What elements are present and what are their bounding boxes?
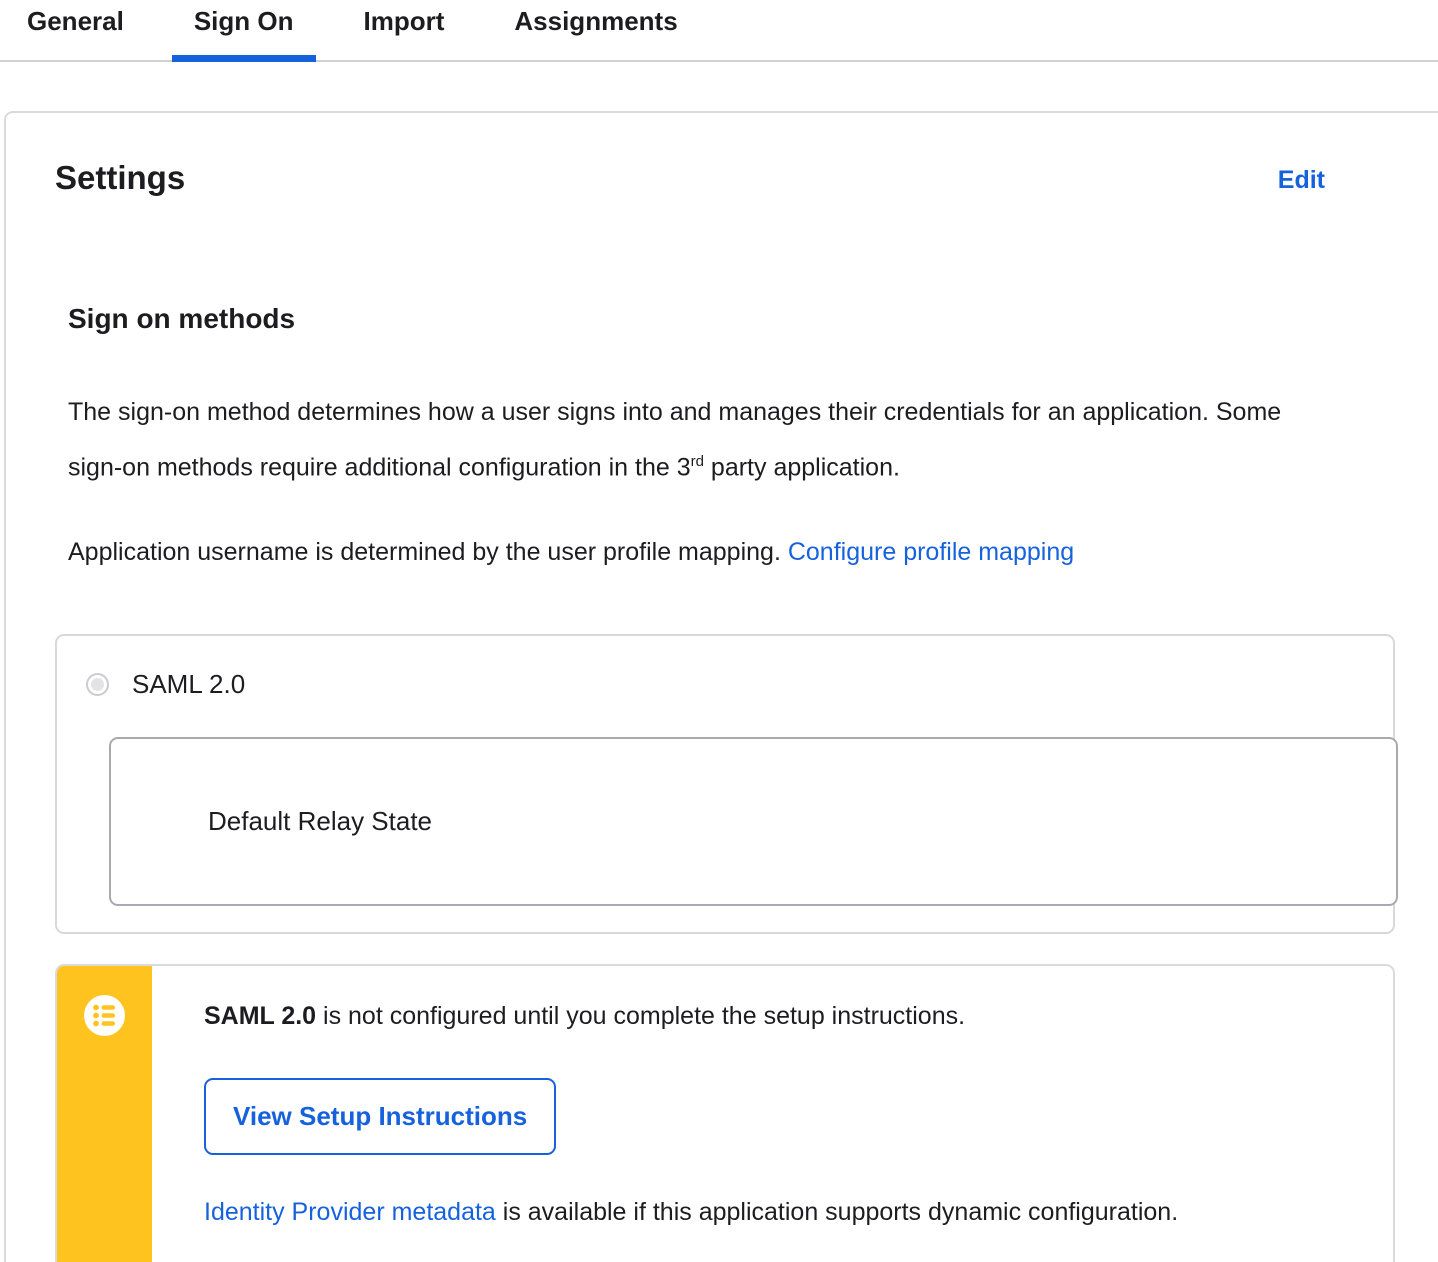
page-title: Settings (55, 159, 186, 196)
setup-instructions-callout: SAML 2.0 is not configured until you com… (55, 964, 1395, 1262)
username-mapping-text: Application username is determined by th… (68, 528, 1318, 577)
identity-provider-metadata-link[interactable]: Identity Provider metadata (204, 1198, 496, 1226)
tab-general[interactable]: General (5, 0, 146, 60)
view-setup-instructions-button[interactable]: View Setup Instructions (204, 1078, 557, 1156)
app-tab-bar: General Sign On Import Assignments (0, 0, 1438, 62)
default-relay-state-label: Default Relay State (208, 806, 433, 837)
tab-import[interactable]: Import (342, 0, 467, 60)
callout-message-text: is not configured until you complete the… (316, 1002, 966, 1031)
callout-footer: Identity Provider metadata is available … (204, 1196, 1353, 1228)
description-text-end: party application. (703, 453, 900, 482)
description-superscript: rd (690, 453, 704, 470)
username-text: Application username is determined by th… (68, 538, 788, 567)
sign-on-methods-heading: Sign on methods (68, 303, 296, 334)
tab-sign-on[interactable]: Sign On (171, 0, 316, 62)
configure-profile-mapping-link[interactable]: Configure profile mapping (788, 538, 1074, 566)
settings-card: Settings Edit Sign on methods The sign-o… (4, 111, 1438, 1262)
setup-list-icon (84, 995, 125, 1037)
callout-warning-stripe (57, 966, 152, 1262)
saml-radio-button[interactable] (86, 673, 109, 697)
default-relay-state-field: Default Relay State (109, 737, 1398, 907)
settings-card-header: Settings Edit (55, 158, 1350, 198)
saml-radio-label: SAML 2.0 (132, 669, 246, 700)
callout-message: SAML 2.0 is not configured until you com… (204, 1000, 1353, 1032)
callout-message-bold: SAML 2.0 (204, 1002, 317, 1031)
metadata-suffix-text: is available if this application support… (495, 1198, 1179, 1227)
sign-on-method-description: The sign-on method determines how a user… (68, 388, 1318, 492)
saml-option-box: SAML 2.0 Default Relay State (55, 634, 1398, 935)
tab-assignments[interactable]: Assignments (492, 0, 699, 60)
description-text: The sign-on method determines how a user… (68, 398, 1282, 482)
edit-link[interactable]: Edit (1278, 166, 1325, 195)
callout-body: SAML 2.0 is not configured until you com… (152, 966, 1393, 1262)
saml-radio-row: SAML 2.0 (86, 669, 1365, 700)
